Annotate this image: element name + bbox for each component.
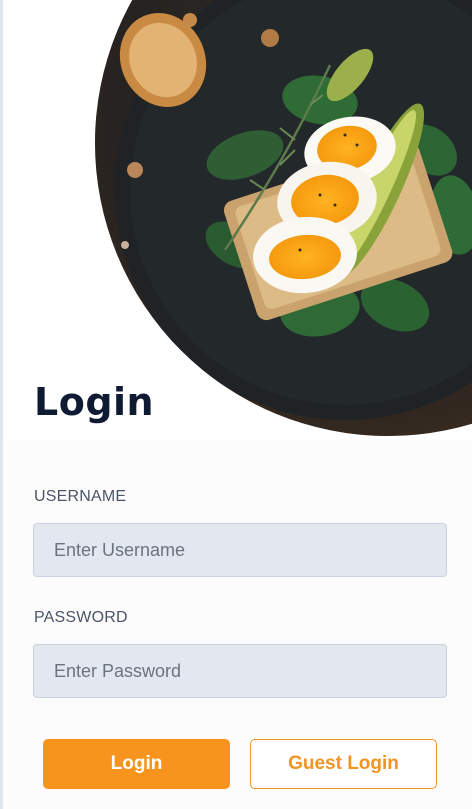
login-button[interactable]: Login	[43, 739, 230, 789]
food-photo-illustration	[95, 0, 472, 436]
guest-login-button[interactable]: Guest Login	[250, 739, 437, 789]
username-label: USERNAME	[34, 488, 127, 505]
page-title: Login	[34, 380, 155, 424]
password-label: PASSWORD	[34, 609, 128, 626]
password-input[interactable]	[33, 644, 447, 698]
username-input[interactable]	[33, 523, 447, 577]
hero-food-image	[95, 0, 472, 436]
login-screen: Login USERNAME PASSWORD Login Guest Logi…	[0, 0, 472, 809]
